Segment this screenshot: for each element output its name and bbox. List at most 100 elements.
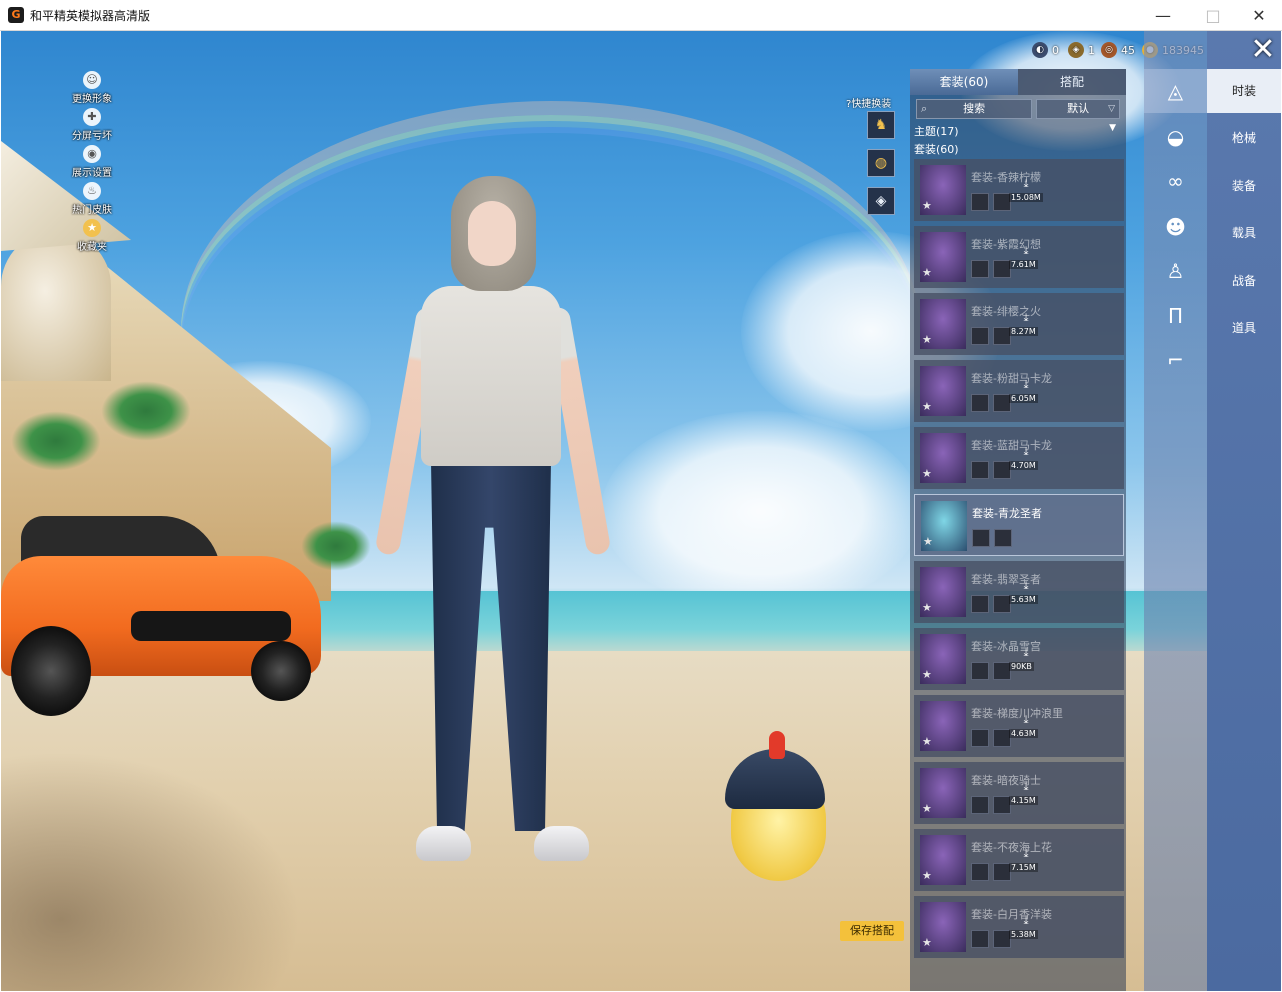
close-window-button[interactable]: ✕ — [1236, 0, 1282, 31]
download-size: 8.27M — [1009, 327, 1038, 336]
star-icon: ★ — [922, 869, 932, 882]
pants-icon[interactable]: Π — [1144, 294, 1207, 338]
outfit-card[interactable]: ★ 套装-翡翠圣者 ⤓ 5.63M — [914, 561, 1124, 623]
menu-change-avatar[interactable]: ☺ 更换形象 — [61, 71, 151, 107]
cap-icon[interactable]: ◒ — [1144, 115, 1207, 159]
search-row: ⌕ 搜索 默认 ▽ — [916, 99, 1120, 119]
download-icon[interactable]: ⤓ — [1012, 311, 1040, 325]
item-thumbnail — [971, 595, 989, 613]
palm-tree — [11, 411, 101, 471]
rank-icon: ◐ — [1032, 42, 1048, 58]
coin-icon: ◎ — [1101, 42, 1117, 58]
category-vehicles[interactable]: 载具 — [1207, 211, 1281, 255]
category-gear[interactable]: 战备 — [1207, 259, 1281, 303]
character-shirt — [421, 286, 561, 466]
outfit-card[interactable]: ★ 套装-紫霞幻想 ⤓ 7.61M — [914, 226, 1124, 288]
download-icon[interactable]: ⤓ — [1012, 177, 1040, 191]
car-wheel — [11, 626, 91, 716]
outfit-card[interactable]: ★ 套装-香辣柠檬 ⤓ 15.08M — [914, 159, 1124, 221]
quick-slot-1[interactable]: ♞ — [867, 111, 895, 139]
download-icon[interactable]: ⤓ — [1012, 914, 1040, 928]
car-grille — [131, 611, 291, 641]
menu-favorites[interactable]: ★ 收藏夹 — [61, 219, 151, 255]
download-size: 7.15M — [1009, 863, 1038, 872]
menu-hot-skins[interactable]: ♨ 热门皮肤 — [61, 182, 151, 218]
sort-dropdown[interactable]: 默认 ▽ — [1036, 99, 1120, 119]
star-icon: ★ — [922, 199, 932, 212]
hanger-icon[interactable]: ◬ — [1144, 69, 1207, 113]
search-input[interactable]: ⌕ 搜索 — [916, 99, 1033, 119]
star-icon: ★ — [923, 535, 933, 548]
outfit-card[interactable]: ★ 套装-蓝甜马卡龙 ⤓ 4.70M — [914, 427, 1124, 489]
jacket-icon[interactable]: ♙ — [1144, 249, 1207, 293]
menu-label: 收藏夹 — [77, 242, 107, 253]
download-size: 15.08M — [1009, 193, 1043, 202]
outfit-card[interactable]: ★ 套装-粉甜马卡龙 ⤓ 6.05M — [914, 360, 1124, 422]
medal-icon: ◈ — [1068, 42, 1084, 58]
star-icon: ★ — [922, 400, 932, 413]
outfit-name: 套装-青龙圣者 — [972, 507, 1042, 520]
download-icon[interactable]: ⤓ — [1012, 713, 1040, 727]
download-icon[interactable]: ⤓ — [1012, 847, 1040, 861]
download-icon[interactable]: ⤓ — [1012, 445, 1040, 459]
maximize-button[interactable]: □ — [1190, 0, 1236, 31]
player-character[interactable] — [356, 176, 616, 896]
window-titlebar: G 和平精英模拟器高清版 — □ ✕ — [0, 0, 1282, 31]
currency-rank: ◐ 0 — [1032, 41, 1059, 59]
category-items[interactable]: 道具 — [1207, 306, 1281, 350]
outfit-panel: 套装(60) 搭配 ⌕ 搜索 默认 ▽ 主题(17) ▼ 套装(60) ★ 套装… — [910, 69, 1126, 991]
star-icon: ★ — [922, 601, 932, 614]
category-equipment[interactable]: 装备 — [1207, 164, 1281, 208]
user-icon: ☺ — [83, 71, 101, 89]
menu-split-screen[interactable]: ✚ 分屏亏坏 — [61, 108, 151, 144]
split-icon: ✚ — [83, 108, 101, 126]
menu-label: 展示设置 — [72, 168, 112, 179]
palm-tree — [101, 381, 191, 441]
character-shoe — [416, 826, 471, 861]
outfit-card[interactable]: ★ 套装-暗夜骑士 ⤓ 4.15M — [914, 762, 1124, 824]
outfit-card[interactable]: ★ 套装-梯度川冲浪里 ⤓ 4.63M — [914, 695, 1124, 757]
shoes-icon[interactable]: ⌐ — [1144, 338, 1207, 382]
chevron-down-icon: ▼ — [1109, 123, 1116, 133]
search-icon: ⌕ — [921, 102, 928, 115]
outfit-card[interactable]: ★ 套装-白月香洋装 ⤓ 5.38M — [914, 896, 1124, 958]
download-size: 7.61M — [1009, 260, 1038, 269]
tab-outfits[interactable]: 套装(60) — [910, 69, 1018, 95]
item-thumbnail — [971, 662, 989, 680]
game-viewport: ☺ 更换形象 ✚ 分屏亏坏 ◉ 展示设置 ♨ 热门皮肤 ★ 收藏夹 ?快捷换装 … — [1, 31, 1281, 991]
category-fashion[interactable]: 时装 — [1207, 69, 1281, 113]
outfit-card-selected[interactable]: ★ 套装-青龙圣者 — [914, 494, 1124, 556]
chick-pet[interactable] — [721, 731, 831, 901]
item-thumbnail — [971, 260, 989, 278]
theme-filter[interactable]: 主题(17) ▼ — [914, 123, 1120, 139]
category-weapons[interactable]: 枪械 — [1207, 116, 1281, 160]
item-thumbnail — [971, 193, 989, 211]
outfit-card[interactable]: ★ 套装-冰晶雪宫 ⤓ 90KB — [914, 628, 1124, 690]
outfit-count: 套装(60) — [914, 143, 959, 156]
minimize-button[interactable]: — — [1140, 0, 1186, 31]
star-icon: ★ — [922, 266, 932, 279]
tab-mix-match[interactable]: 搭配 — [1018, 69, 1126, 95]
quick-slot-2[interactable]: ◍ — [867, 149, 895, 177]
star-icon: ★ — [83, 219, 101, 237]
character-jeans — [431, 461, 551, 831]
close-icon[interactable]: ✕ — [1247, 35, 1279, 67]
save-outfit-button[interactable]: 保存搭配 — [840, 921, 904, 941]
item-thumbnail — [971, 729, 989, 747]
mask-icon[interactable]: ☻ — [1144, 205, 1207, 249]
download-icon[interactable]: ⤓ — [1012, 244, 1040, 258]
outfit-card[interactable]: ★ 套装-绯樱之火 ⤓ 8.27M — [914, 293, 1124, 355]
item-thumbnail — [972, 529, 990, 547]
outfit-tabs: 套装(60) 搭配 — [910, 69, 1126, 95]
goggles-icon[interactable]: ∞ — [1144, 159, 1207, 203]
quick-slot-3[interactable]: ◈ — [867, 187, 895, 215]
download-icon[interactable]: ⤓ — [1012, 579, 1040, 593]
download-icon[interactable]: ⤓ — [1012, 378, 1040, 392]
download-icon[interactable]: ⤓ — [1012, 646, 1040, 660]
menu-display-settings[interactable]: ◉ 展示设置 — [61, 145, 151, 181]
download-icon[interactable]: ⤓ — [1012, 780, 1040, 794]
category-label-column: 时装 枪械 装备 载具 战备 道具 — [1207, 31, 1281, 991]
fire-icon: ♨ — [83, 182, 101, 200]
outfit-card[interactable]: ★ 套装-不夜海上花 ⤓ 7.15M — [914, 829, 1124, 891]
item-thumbnail — [994, 529, 1012, 547]
